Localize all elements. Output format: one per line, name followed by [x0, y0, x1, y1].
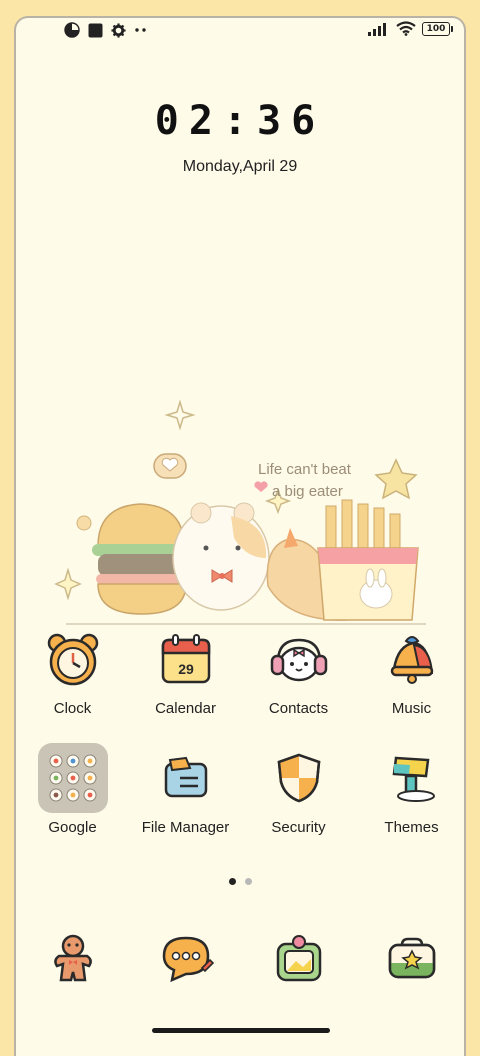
- file-manager-icon: [151, 743, 221, 813]
- page-dot-1[interactable]: [228, 878, 236, 885]
- dock-messages[interactable]: [151, 924, 221, 994]
- star-icon: [374, 458, 418, 500]
- wifi-icon: [396, 21, 416, 36]
- app-themes[interactable]: Themes: [355, 743, 468, 836]
- app-label-google: Google: [48, 819, 97, 836]
- lockscreen-date[interactable]: Monday,April 29: [16, 158, 464, 176]
- shield-icon: [264, 743, 334, 813]
- app-contacts[interactable]: Contacts: [242, 624, 355, 717]
- sparkle-icon: [54, 567, 82, 601]
- pie-chart-icon: [64, 22, 80, 38]
- status-bar: 100: [16, 18, 464, 44]
- signal-icon: [368, 22, 386, 36]
- status-bar-right: 100: [368, 21, 453, 36]
- app-google-folder[interactable]: Google: [16, 743, 129, 836]
- wallpaper-text-line1: Life can't beat: [258, 461, 352, 478]
- app-clock[interactable]: Clock: [16, 624, 129, 717]
- app-grid: Clock 29 Calendar Contacts Music Google …: [16, 624, 464, 836]
- dock-phone[interactable]: [38, 924, 108, 994]
- dock-camera[interactable]: [377, 924, 447, 994]
- dock-gallery[interactable]: [264, 924, 334, 994]
- message-bubble-icon: [162, 936, 214, 983]
- phone-screen: 100 02:36 Monday,April 29 Life can't bea…: [14, 16, 466, 1056]
- page-dot-2[interactable]: [244, 878, 252, 885]
- app-label-clock: Clock: [53, 700, 92, 717]
- app-label-music: Music: [391, 700, 432, 717]
- page-indicator[interactable]: [16, 878, 464, 885]
- app-label-contacts: Contacts: [268, 700, 329, 717]
- bear-alarm-clock-icon: [38, 624, 108, 694]
- bunny-headphones-icon: [264, 624, 334, 694]
- home-indicator-bar[interactable]: [152, 1028, 330, 1033]
- dock: [16, 924, 464, 994]
- lockscreen-time[interactable]: 02:36: [16, 98, 464, 144]
- app-label-file-manager: File Manager: [141, 819, 230, 836]
- app-music[interactable]: Music: [355, 624, 468, 717]
- gear-icon: [111, 22, 126, 38]
- camera-bag-icon: [388, 937, 435, 979]
- fries-illustration: [317, 499, 419, 621]
- battery-icon: 100: [422, 21, 453, 36]
- paint-roller-icon: [377, 743, 447, 813]
- app-security[interactable]: Security: [242, 743, 355, 836]
- calendar-badge: 29: [178, 661, 194, 677]
- hamster-illustration: [172, 502, 270, 611]
- app-label-calendar: Calendar: [155, 700, 216, 717]
- wallpaper-text-line2: a big eater: [272, 483, 343, 500]
- status-bar-left: [64, 22, 148, 38]
- gingerbread-phone-icon: [53, 934, 92, 982]
- app-label-security: Security: [271, 819, 326, 836]
- square-icon: [88, 23, 103, 37]
- app-calendar[interactable]: 29 Calendar: [129, 624, 242, 717]
- app-file-manager[interactable]: File Manager: [129, 743, 242, 836]
- calendar-icon: 29: [151, 624, 221, 694]
- heart-icon: [254, 481, 268, 492]
- wallpaper-illustration: Life can't beat a big eater: [54, 399, 426, 625]
- sparkle-icon: [164, 399, 196, 431]
- google-folder-icon: [37, 743, 108, 813]
- app-label-themes: Themes: [384, 819, 439, 836]
- more-dots-icon: [135, 28, 146, 32]
- bell-music-icon: [377, 624, 447, 694]
- gallery-icon: [276, 935, 321, 982]
